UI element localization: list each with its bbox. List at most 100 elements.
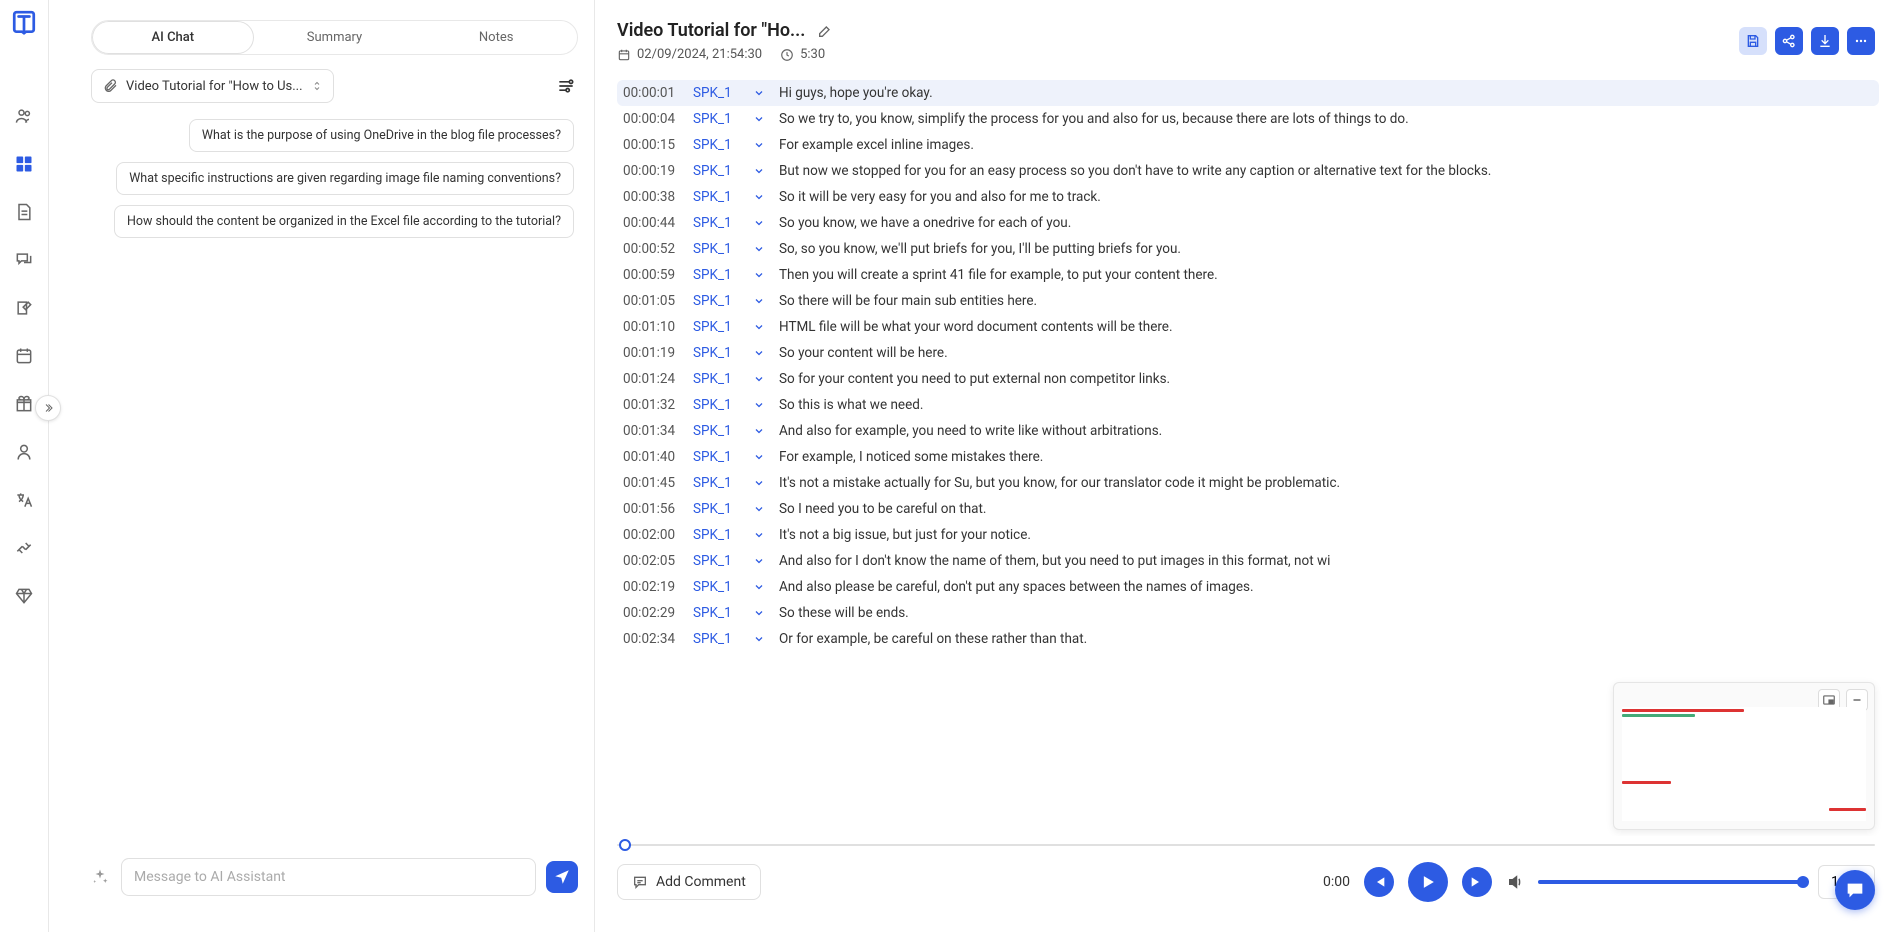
- chevron-down-icon[interactable]: [753, 189, 767, 203]
- nav-grid-icon[interactable]: [12, 152, 36, 176]
- add-comment-button[interactable]: Add Comment: [617, 864, 761, 900]
- chevron-down-icon[interactable]: [753, 215, 767, 229]
- chevron-down-icon[interactable]: [753, 137, 767, 151]
- suggestion-item[interactable]: What is the purpose of using OneDrive in…: [189, 119, 574, 152]
- speaker-label[interactable]: SPK_1: [693, 319, 741, 335]
- chevron-down-icon[interactable]: [753, 475, 767, 489]
- transcript[interactable]: 00:00:01SPK_1Hi guys, hope you're okay.0…: [595, 70, 1897, 836]
- transcript-line[interactable]: 00:01:45SPK_1It's not a mistake actually…: [617, 470, 1879, 496]
- transcript-line[interactable]: 00:02:19SPK_1And also please be careful,…: [617, 574, 1879, 600]
- speaker-label[interactable]: SPK_1: [693, 475, 741, 491]
- edit-title-icon[interactable]: [817, 23, 833, 39]
- transcript-line[interactable]: 00:00:59SPK_1Then you will create a spri…: [617, 262, 1879, 288]
- help-chat-button[interactable]: [1835, 870, 1875, 910]
- transcript-line[interactable]: 00:01:19SPK_1So your content will be her…: [617, 340, 1879, 366]
- chevron-down-icon[interactable]: [753, 423, 767, 437]
- transcript-line[interactable]: 00:01:56SPK_1So I need you to be careful…: [617, 496, 1879, 522]
- chevron-down-icon[interactable]: [753, 319, 767, 333]
- nav-plug-icon[interactable]: [12, 536, 36, 560]
- send-button[interactable]: [546, 861, 578, 893]
- prev-button[interactable]: [1364, 867, 1394, 897]
- chevron-down-icon[interactable]: [753, 501, 767, 515]
- nav-diamond-icon[interactable]: [12, 584, 36, 608]
- chevron-down-icon[interactable]: [753, 85, 767, 99]
- download-button[interactable]: [1811, 27, 1839, 55]
- chevron-down-icon[interactable]: [753, 267, 767, 281]
- speaker-label[interactable]: SPK_1: [693, 189, 741, 205]
- video-preview[interactable]: [1613, 682, 1875, 830]
- speaker-label[interactable]: SPK_1: [693, 397, 741, 413]
- transcript-line[interactable]: 00:02:05SPK_1And also for I don't know t…: [617, 548, 1879, 574]
- transcript-line[interactable]: 00:00:52SPK_1So, so you know, we'll put …: [617, 236, 1879, 262]
- chevron-down-icon[interactable]: [753, 527, 767, 541]
- save-button[interactable]: [1739, 27, 1767, 55]
- transcript-line[interactable]: 00:00:01SPK_1Hi guys, hope you're okay.: [617, 80, 1879, 106]
- speaker-label[interactable]: SPK_1: [693, 267, 741, 283]
- nav-translate-icon[interactable]: [12, 488, 36, 512]
- transcript-line[interactable]: 00:00:38SPK_1So it will be very easy for…: [617, 184, 1879, 210]
- transcript-line[interactable]: 00:02:00SPK_1It's not a big issue, but j…: [617, 522, 1879, 548]
- chevron-down-icon[interactable]: [753, 293, 767, 307]
- speaker-label[interactable]: SPK_1: [693, 527, 741, 543]
- speaker-label[interactable]: SPK_1: [693, 85, 741, 101]
- share-button[interactable]: [1775, 27, 1803, 55]
- tab-ai-chat[interactable]: AI Chat: [92, 21, 254, 54]
- volume-slider[interactable]: [1538, 880, 1804, 884]
- transcript-line[interactable]: 00:01:05SPK_1So there will be four main …: [617, 288, 1879, 314]
- chevron-down-icon[interactable]: [753, 163, 767, 177]
- transcript-line[interactable]: 00:01:10SPK_1HTML file will be what your…: [617, 314, 1879, 340]
- speaker-label[interactable]: SPK_1: [693, 579, 741, 595]
- transcript-line[interactable]: 00:01:32SPK_1So this is what we need.: [617, 392, 1879, 418]
- nav-person-icon[interactable]: [12, 440, 36, 464]
- transcript-line[interactable]: 00:01:34SPK_1And also for example, you n…: [617, 418, 1879, 444]
- source-selector[interactable]: Video Tutorial for "How to Us...: [91, 69, 334, 103]
- volume-icon[interactable]: [1506, 873, 1524, 891]
- speaker-label[interactable]: SPK_1: [693, 371, 741, 387]
- chevron-down-icon[interactable]: [753, 631, 767, 645]
- next-button[interactable]: [1462, 867, 1492, 897]
- chat-input[interactable]: [121, 858, 536, 896]
- chevron-down-icon[interactable]: [753, 605, 767, 619]
- speaker-label[interactable]: SPK_1: [693, 163, 741, 179]
- nav-edit-icon[interactable]: [12, 296, 36, 320]
- nav-gift-icon[interactable]: [12, 392, 36, 416]
- speaker-label[interactable]: SPK_1: [693, 345, 741, 361]
- speaker-label[interactable]: SPK_1: [693, 215, 741, 231]
- transcript-line[interactable]: 00:00:15SPK_1For example excel inline im…: [617, 132, 1879, 158]
- speaker-label[interactable]: SPK_1: [693, 605, 741, 621]
- transcript-line[interactable]: 00:00:04SPK_1So we try to, you know, sim…: [617, 106, 1879, 132]
- nav-people-icon[interactable]: [12, 104, 36, 128]
- speaker-label[interactable]: SPK_1: [693, 553, 741, 569]
- transcript-line[interactable]: 00:00:44SPK_1So you know, we have a oned…: [617, 210, 1879, 236]
- speaker-label[interactable]: SPK_1: [693, 449, 741, 465]
- nav-document-icon[interactable]: [12, 200, 36, 224]
- nav-chat-icon[interactable]: [12, 248, 36, 272]
- progress-bar[interactable]: [617, 842, 1875, 848]
- transcript-line[interactable]: 00:02:34SPK_1Or for example, be careful …: [617, 626, 1879, 652]
- speaker-label[interactable]: SPK_1: [693, 111, 741, 127]
- speaker-label[interactable]: SPK_1: [693, 501, 741, 517]
- transcript-line[interactable]: 00:01:40SPK_1For example, I noticed some…: [617, 444, 1879, 470]
- tab-summary[interactable]: Summary: [254, 21, 416, 54]
- expand-sidebar-button[interactable]: [35, 395, 61, 421]
- chevron-down-icon[interactable]: [753, 371, 767, 385]
- transcript-line[interactable]: 00:01:24SPK_1So for your content you nee…: [617, 366, 1879, 392]
- speaker-label[interactable]: SPK_1: [693, 241, 741, 257]
- suggestion-item[interactable]: What specific instructions are given reg…: [116, 162, 574, 195]
- nav-calendar-icon[interactable]: [12, 344, 36, 368]
- chevron-down-icon[interactable]: [753, 111, 767, 125]
- transcript-line[interactable]: 00:00:19SPK_1But now we stopped for you …: [617, 158, 1879, 184]
- tab-notes[interactable]: Notes: [415, 21, 577, 54]
- more-button[interactable]: [1847, 27, 1875, 55]
- chevron-down-icon[interactable]: [753, 579, 767, 593]
- chevron-down-icon[interactable]: [753, 241, 767, 255]
- speaker-label[interactable]: SPK_1: [693, 423, 741, 439]
- chevron-down-icon[interactable]: [753, 553, 767, 567]
- chevron-down-icon[interactable]: [753, 449, 767, 463]
- chevron-down-icon[interactable]: [753, 345, 767, 359]
- suggestion-item[interactable]: How should the content be organized in t…: [114, 205, 574, 238]
- speaker-label[interactable]: SPK_1: [693, 631, 741, 647]
- speaker-label[interactable]: SPK_1: [693, 293, 741, 309]
- transcript-line[interactable]: 00:02:29SPK_1So these will be ends.: [617, 600, 1879, 626]
- play-button[interactable]: [1408, 862, 1448, 902]
